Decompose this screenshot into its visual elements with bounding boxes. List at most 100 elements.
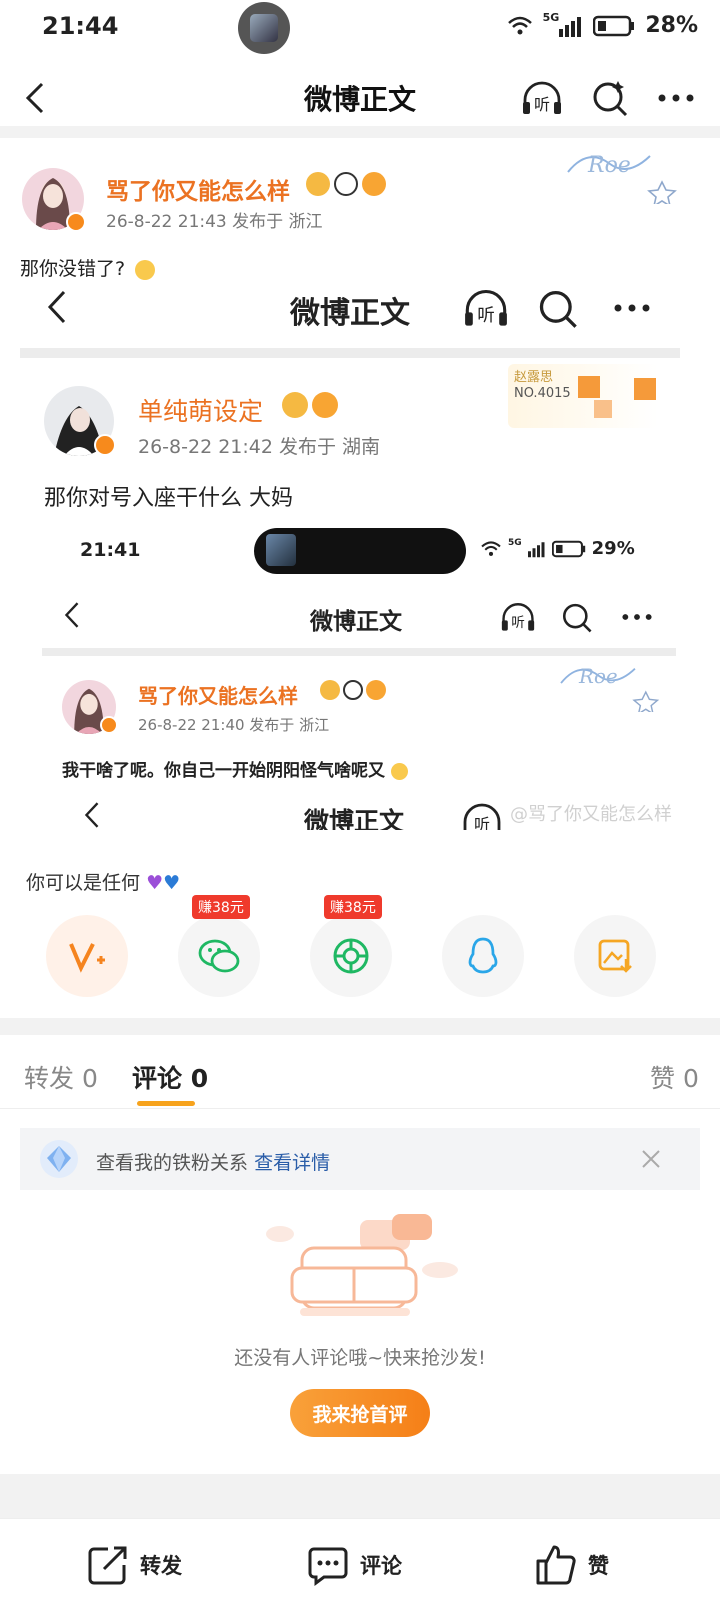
crown-badge-icon xyxy=(306,172,330,196)
tab-like[interactable]: 赞 0 xyxy=(650,1059,699,1095)
sticker-name: 赵露思 xyxy=(514,370,554,385)
wifi-icon xyxy=(507,16,532,34)
share-moments-button[interactable]: 赚38元 xyxy=(310,895,392,997)
status-bar: 21:44 5G 28% xyxy=(0,0,720,56)
svg-text:听: 听 xyxy=(474,815,490,830)
share-tip-text: 你可以是任何 xyxy=(26,872,141,894)
back-arrow-icon xyxy=(64,602,79,628)
network-type: 5G xyxy=(508,537,522,548)
listen-button[interactable]: 听 xyxy=(520,78,564,118)
repost-icon xyxy=(88,1546,127,1585)
blur-block xyxy=(594,400,612,418)
post-text-content: 我干啥了呢。你自己一开始阴阳怪气啥呢又 xyxy=(62,761,385,781)
wifi-icon xyxy=(481,540,501,556)
section-divider xyxy=(0,1018,720,1035)
camera-preview xyxy=(238,2,290,54)
section-divider xyxy=(0,1474,720,1518)
post-meta: 26-8-22 21:43 发布于 浙江 xyxy=(106,212,323,232)
fan-sticker: 赵露思 NO.4015 xyxy=(508,364,658,428)
headphones-icon: 听 xyxy=(523,81,561,114)
headphones-icon: 听 xyxy=(465,290,507,326)
camera-preview xyxy=(254,528,466,574)
like-button[interactable]: 赞 xyxy=(534,1543,609,1587)
battery-icon xyxy=(551,540,585,557)
vip-plus-icon xyxy=(69,943,105,973)
comment-label: 评论 xyxy=(360,1554,402,1578)
moments-icon xyxy=(333,938,369,974)
verified-badge-icon xyxy=(94,434,116,456)
repost-label: 转发 xyxy=(140,1554,182,1578)
embedded-nav-title: 微博正文 xyxy=(290,296,410,331)
emoji-icon xyxy=(390,762,408,780)
comment-tabs: 转发 0 评论 0 赞 0 xyxy=(0,1035,720,1109)
tab-comment[interactable]: 评论 0 xyxy=(132,1059,208,1095)
svg-text:Roe: Roe xyxy=(587,153,631,178)
save-image-button[interactable] xyxy=(574,915,656,997)
comment-icon xyxy=(308,1547,348,1586)
status-indicators: 5G 29% xyxy=(480,538,635,559)
user-badges xyxy=(320,680,386,700)
battery-percent: 29% xyxy=(591,538,635,559)
post-text-content: 那你没错了? xyxy=(20,258,126,280)
search-icon xyxy=(562,603,592,633)
share-vip-button[interactable] xyxy=(46,915,128,997)
empty-comments-text: 还没有人评论哦~快来抢沙发! xyxy=(234,1347,486,1369)
blue-heart-icon: ♥ xyxy=(163,872,181,894)
embedded-nav-title: 微博正文 xyxy=(310,609,402,635)
more-icon xyxy=(622,614,652,620)
purple-heart-icon: ♥ xyxy=(146,872,164,894)
svg-text:听: 听 xyxy=(511,615,525,631)
earn-badge: 赚38元 xyxy=(324,895,382,919)
post-meta: 26-8-22 21:40 发布于 浙江 xyxy=(138,716,330,734)
post-meta: 26-8-22 21:42 发布于 湖南 xyxy=(138,436,381,458)
network-type: 5G xyxy=(542,11,560,24)
sticker-number: NO.4015 xyxy=(514,386,571,401)
fan-card-link[interactable]: 查看详情 xyxy=(254,1152,330,1174)
fan-relation-card[interactable]: 查看我的铁粉关系 查看详情 xyxy=(20,1128,700,1190)
author-name[interactable]: 骂了你又能怎么样 xyxy=(106,172,290,206)
watermark: @骂了你又能怎么样 xyxy=(510,804,672,825)
like-label: 赞 xyxy=(588,1554,609,1578)
fish-badge-icon xyxy=(366,680,386,700)
status-time: 21:44 xyxy=(42,12,119,40)
tab-active-indicator xyxy=(137,1101,195,1106)
share-wechat-button[interactable]: 赚38元 xyxy=(178,895,260,997)
author-name: 骂了你又能怎么样 xyxy=(138,684,298,708)
fish-badge-icon xyxy=(312,392,338,418)
embedded-nav-title: 微博正文 xyxy=(304,807,405,830)
more-icon[interactable] xyxy=(654,78,698,118)
author-name: 单纯萌设定 xyxy=(138,397,264,426)
status-time: 21:41 xyxy=(80,539,141,561)
empty-sofa-illustration-icon xyxy=(266,1214,458,1316)
diamond-icon xyxy=(40,1140,78,1178)
wechat-icon xyxy=(198,939,240,973)
crown-badge-icon xyxy=(282,392,308,418)
panda-badge-icon xyxy=(334,172,358,196)
post-text: 我干啥了呢。你自己一开始阴阳怪气啥呢又 xyxy=(62,756,408,781)
svg-text:听: 听 xyxy=(534,95,550,114)
blur-block xyxy=(578,376,600,398)
bottom-action-bar: 转发 评论 赞 xyxy=(0,1518,720,1612)
comment-button[interactable]: 评论 xyxy=(306,1543,402,1587)
close-icon[interactable] xyxy=(640,1148,662,1170)
user-badges xyxy=(306,172,386,196)
panda-badge-icon xyxy=(343,680,363,700)
blur-block xyxy=(634,378,656,400)
status-indicators: 5G 28% xyxy=(507,11,698,38)
save-image-icon xyxy=(598,939,632,973)
more-icon xyxy=(614,304,650,312)
repost-button[interactable]: 转发 xyxy=(86,1543,182,1587)
back-arrow-icon xyxy=(47,290,66,324)
fan-card-label: 查看我的铁粉关系 xyxy=(96,1152,249,1174)
share-tip: 你可以是任何 ♥♥ xyxy=(26,868,180,895)
share-qq-button[interactable] xyxy=(442,915,524,997)
qq-icon xyxy=(468,937,498,974)
battery-percent: 28% xyxy=(645,13,698,38)
back-arrow-icon xyxy=(84,802,99,828)
post-text: 那你没错了? xyxy=(20,254,156,281)
tab-repost[interactable]: 转发 0 xyxy=(24,1059,98,1095)
verified-badge-icon xyxy=(100,716,118,734)
search-icon[interactable] xyxy=(590,78,630,118)
headphones-icon: 听 xyxy=(501,603,535,631)
first-comment-button[interactable]: 我来抢首评 xyxy=(290,1389,430,1437)
